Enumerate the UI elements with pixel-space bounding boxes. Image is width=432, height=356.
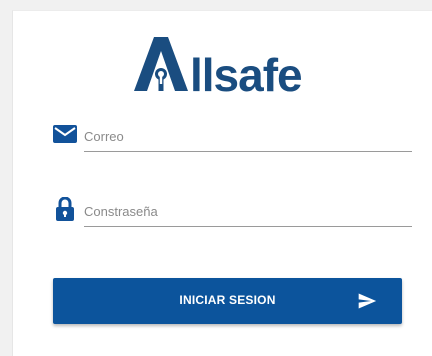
login-card: llsafe INICIAR SESION [12, 10, 432, 356]
login-submit-button[interactable]: INICIAR SESION [53, 278, 402, 324]
brand-wordmark: llsafe [190, 49, 302, 99]
login-submit-label: INICIAR SESION [179, 293, 276, 307]
allsafe-logo-graphic: llsafe [134, 37, 303, 99]
lock-icon [53, 196, 77, 222]
password-field-row [53, 196, 412, 232]
email-input[interactable] [84, 121, 412, 152]
password-input[interactable] [84, 196, 412, 227]
brand-logo: llsafe [128, 29, 333, 99]
email-field-row [53, 121, 412, 157]
email-icon [53, 121, 77, 147]
send-icon [357, 291, 377, 311]
